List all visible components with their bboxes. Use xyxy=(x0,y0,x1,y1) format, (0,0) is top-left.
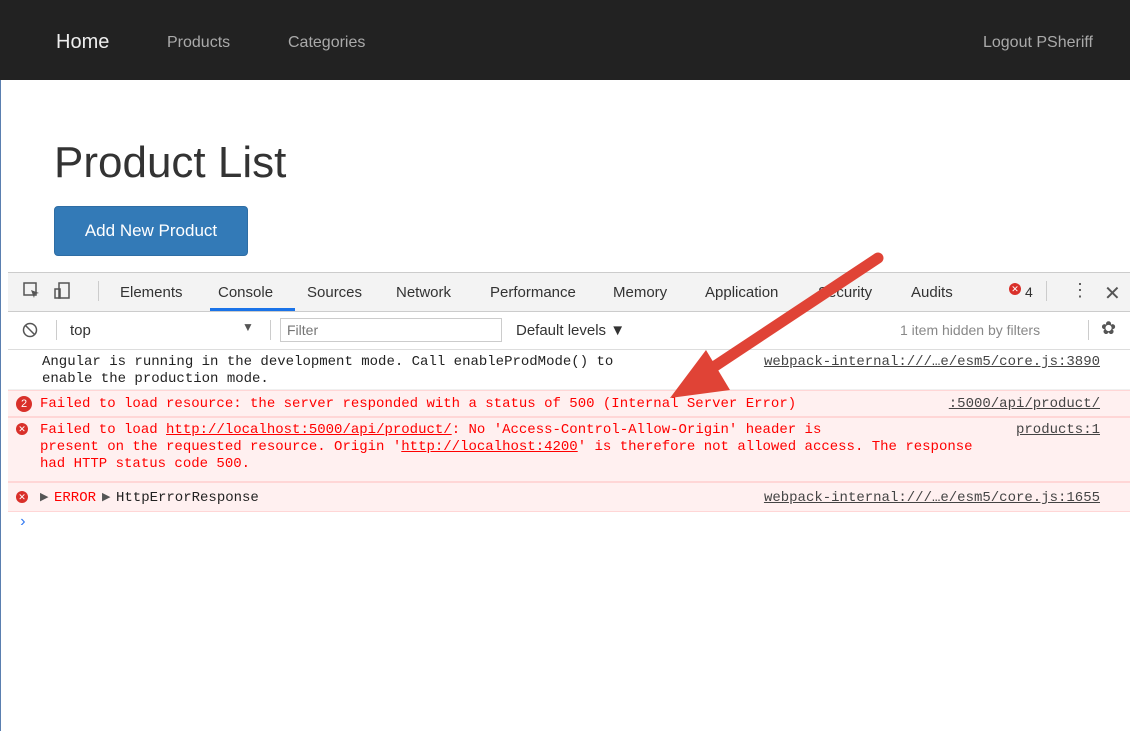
separator xyxy=(56,320,57,340)
add-new-product-button[interactable]: Add New Product xyxy=(54,206,248,256)
close-icon[interactable]: ✕ xyxy=(1104,281,1121,306)
separator xyxy=(98,281,99,301)
error-icon: ✕ xyxy=(16,423,28,435)
separator xyxy=(270,320,271,340)
tab-security[interactable]: Security xyxy=(818,284,872,301)
tab-audits[interactable]: Audits xyxy=(911,284,953,301)
console-error: 2 Failed to load resource: the server re… xyxy=(8,390,1130,417)
log-levels-dropdown[interactable]: Default levels ▼ xyxy=(516,322,625,339)
error-url-link[interactable]: http://localhost:5000/api/product/ xyxy=(166,422,452,438)
console-error: ✕ ▶ ERROR ▶ HttpErrorResponse webpack-in… xyxy=(8,482,1130,512)
hidden-items-info: 1 item hidden by filters xyxy=(900,322,1041,338)
error-count[interactable]: 4 xyxy=(1025,284,1033,300)
expand-icon[interactable]: ▶ xyxy=(102,490,110,504)
nav-home-link[interactable]: Home xyxy=(56,31,109,54)
error-count-icon[interactable]: ✕ xyxy=(1009,283,1021,295)
device-toolbar-icon[interactable] xyxy=(52,281,72,301)
navbar: Home Products Categories Logout PSheriff xyxy=(0,0,1130,80)
gear-icon[interactable]: ✿ xyxy=(1101,318,1116,339)
console-filterbar: top ▼ Default levels ▼ 1 item hidden by … xyxy=(8,312,1130,350)
tab-console[interactable]: Console xyxy=(218,284,273,301)
nav-products-link[interactable]: Products xyxy=(167,34,230,52)
error-icon: ✕ xyxy=(16,491,28,503)
error-object[interactable]: HttpErrorResponse xyxy=(116,490,259,507)
devtools-tabbar: Elements Console Sources Network Perform… xyxy=(8,273,1130,312)
devtools-panel: Elements Console Sources Network Perform… xyxy=(8,272,1130,732)
console-output: Angular is running in the development mo… xyxy=(8,350,1130,536)
more-options-icon[interactable]: ⋮ xyxy=(1071,280,1089,301)
console-prompt-row[interactable]: › xyxy=(8,512,1130,536)
source-link[interactable]: webpack-internal:///…e/esm5/core.js:1655 xyxy=(764,490,1100,506)
active-tab-indicator xyxy=(210,308,295,311)
clear-console-icon[interactable] xyxy=(22,322,38,338)
separator xyxy=(1088,320,1089,340)
tab-memory[interactable]: Memory xyxy=(613,284,667,301)
message-text: Angular is running in the development mo… xyxy=(42,354,614,387)
error-text: Failed to load http://localhost:5000/api… xyxy=(40,422,973,472)
tab-sources[interactable]: Sources xyxy=(307,284,362,301)
source-link[interactable]: :5000/api/product/ xyxy=(949,396,1100,412)
source-link[interactable]: webpack-internal:///…e/esm5/core.js:3890 xyxy=(764,354,1100,370)
prompt-chevron-icon: › xyxy=(18,513,28,531)
error-label[interactable]: ERROR xyxy=(54,490,96,507)
console-message: Angular is running in the development mo… xyxy=(8,350,1130,390)
error-count-badge: 2 xyxy=(16,396,32,412)
inspect-element-icon[interactable] xyxy=(22,281,42,301)
error-text: Failed to load resource: the server resp… xyxy=(40,396,797,412)
dropdown-arrow-icon[interactable]: ▼ xyxy=(242,320,254,334)
page-title: Product List xyxy=(54,138,287,187)
logout-link[interactable]: Logout PSheriff xyxy=(983,34,1093,52)
source-link[interactable]: products:1 xyxy=(1016,422,1100,438)
console-error: ✕ Failed to load http://localhost:5000/a… xyxy=(8,417,1130,482)
context-selector[interactable]: top xyxy=(70,322,91,339)
tab-elements[interactable]: Elements xyxy=(120,284,183,301)
expand-icon[interactable]: ▶ xyxy=(40,490,48,504)
separator xyxy=(1046,281,1047,301)
tab-performance[interactable]: Performance xyxy=(490,284,576,301)
nav-categories-link[interactable]: Categories xyxy=(288,34,365,52)
filter-input[interactable] xyxy=(280,318,502,342)
tab-network[interactable]: Network xyxy=(396,284,451,301)
tab-application[interactable]: Application xyxy=(705,284,778,301)
origin-url-link[interactable]: http://localhost:4200 xyxy=(401,439,577,455)
